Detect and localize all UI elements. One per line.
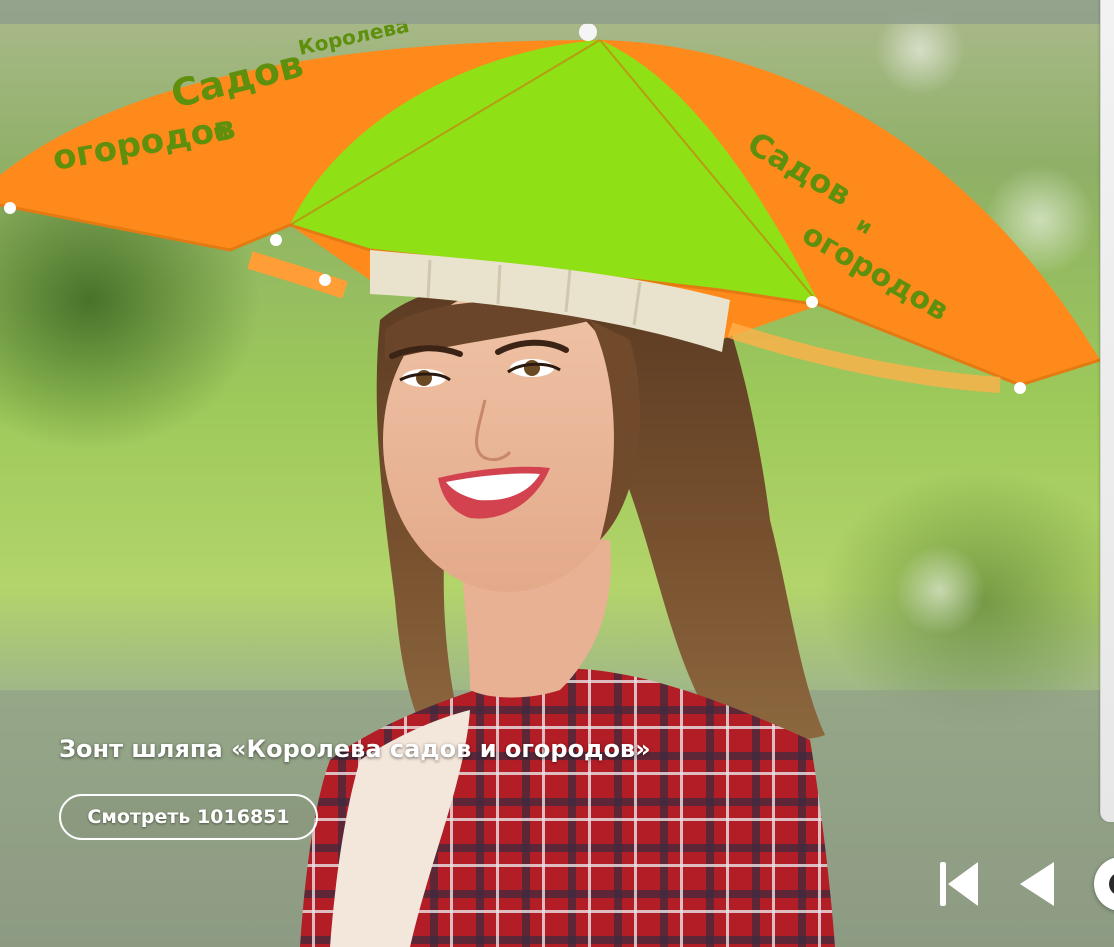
view-button[interactable]: Смотреть 1016851 xyxy=(59,794,318,840)
previous-icon xyxy=(1020,862,1054,906)
play-circle-icon xyxy=(1109,874,1114,894)
top-bar xyxy=(0,0,1114,24)
skip-to-first-button[interactable] xyxy=(938,860,980,908)
previous-button[interactable] xyxy=(1018,860,1056,908)
slideshow: Садов и огородов Садов и огородов Короле… xyxy=(0,0,1114,947)
skip-to-first-icon xyxy=(940,862,978,906)
play-button[interactable] xyxy=(1094,857,1114,911)
slide-caption: Зонт шляпа «Королева садов и огородов» xyxy=(59,735,651,763)
side-panel[interactable] xyxy=(1100,0,1114,822)
